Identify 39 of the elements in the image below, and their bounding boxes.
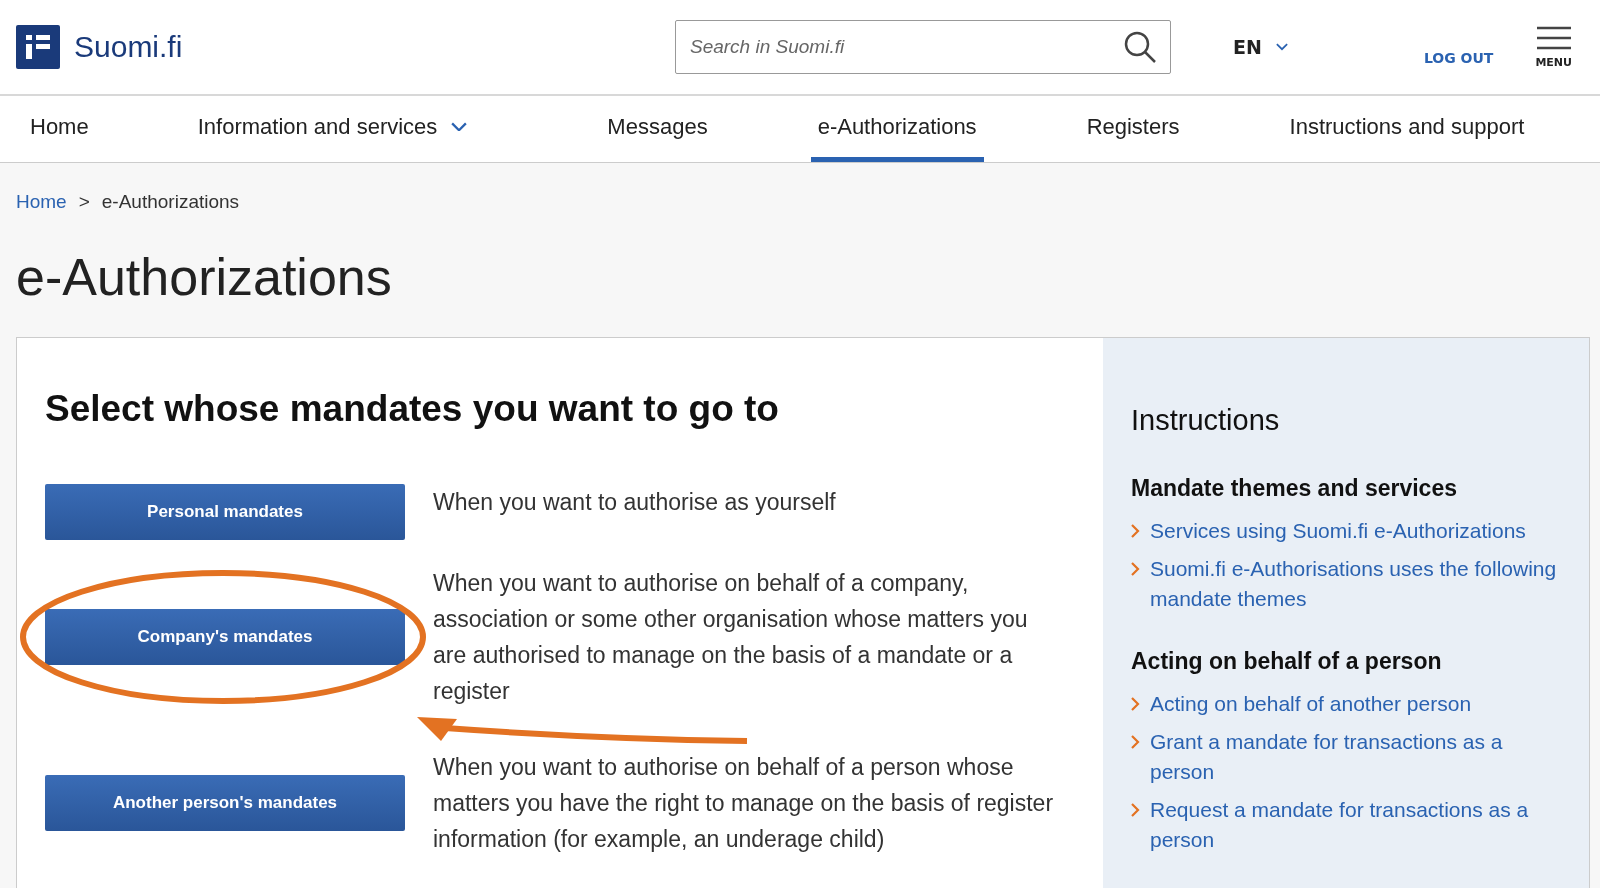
menu-button[interactable]: MENU [1529, 24, 1578, 70]
chevron-down-icon [1275, 43, 1288, 51]
language-selector[interactable]: EN [1227, 35, 1294, 59]
page-title: e-Authorizations [16, 247, 393, 307]
instruction-link[interactable]: Suomi.fi e-Authorisations uses the following mandate themes [1150, 554, 1561, 614]
menu-icon [1536, 25, 1571, 50]
instruction-link[interactable]: Acting on behalf of another person [1150, 689, 1472, 719]
chevron-right-icon [1131, 562, 1140, 576]
option-description: When you want to authorise on behalf of a person whose matters you have the right to manage on the basis of register information (for example, an underage child) [433, 753, 1055, 854]
instruction-link[interactable]: Services using Suomi.fi e-Authorizations [1150, 516, 1526, 546]
logout-link[interactable]: LOG OUT [1423, 50, 1494, 66]
option-description: When you want to authorise on behalf of a company, association or some other organisation whose matters you are authorised to manage on the basis of a mandate or a register [433, 569, 1029, 706]
mandate-button[interactable]: Another person's mandates [45, 775, 405, 831]
instruction-link[interactable]: Request a mandate for transactions as a person [1150, 795, 1561, 855]
logo-icon [16, 25, 60, 69]
site-name[interactable]: Suomi.fi [74, 30, 183, 64]
breadcrumb-link[interactable]: Home [16, 191, 67, 213]
breadcrumb-current: e-Authorizations [101, 191, 240, 213]
nav-tab[interactable]: Information and services [190, 96, 475, 162]
search-field[interactable]: Search in Suomi.fi [675, 20, 1171, 74]
panel-subheading: Acting on behalf of a person [1131, 648, 1443, 675]
panel-subheading: Mandate themes and services [1131, 475, 1458, 502]
chevron-right-icon [1131, 803, 1140, 817]
mandate-button[interactable]: Company's mandates [45, 609, 405, 665]
nav-tab[interactable]: Messages [600, 96, 715, 162]
panel-title: Instructions [1131, 404, 1281, 437]
chevron-right-icon [1131, 697, 1140, 711]
option-description: When you want to authorise as yourself [433, 488, 837, 517]
nav-tab[interactable]: Instructions and support [1282, 96, 1532, 162]
breadcrumb-separator: > [78, 191, 90, 213]
instruction-link[interactable]: Grant a mandate for transactions as a person [1150, 727, 1561, 787]
mandate-button[interactable]: Personal mandates [45, 484, 405, 540]
nav-tab[interactable]: Home [23, 96, 96, 162]
nav-tab[interactable]: e-Authorizations [810, 96, 984, 162]
chevron-right-icon [1131, 735, 1140, 749]
search-icon[interactable] [1123, 30, 1157, 64]
nav-tab[interactable]: Registers [1079, 96, 1187, 162]
chevron-right-icon [1131, 524, 1140, 538]
section-heading: Select whose mandates you want to go to [45, 388, 780, 430]
